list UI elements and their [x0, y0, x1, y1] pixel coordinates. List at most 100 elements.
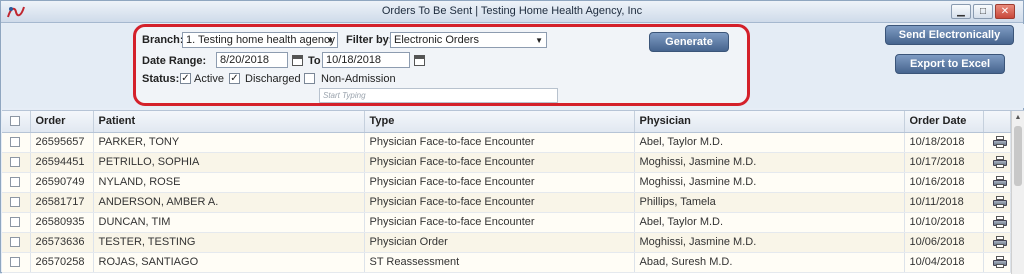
branch-label: Branch: [142, 34, 184, 46]
send-electronically-button[interactable]: Send Electronically [885, 25, 1014, 45]
row-checkbox[interactable] [10, 137, 20, 147]
cell-order: 26580935 [30, 212, 94, 233]
filterby-label: Filter by: [346, 34, 393, 46]
cell-type: Physician Face-to-face Encounter [364, 132, 635, 153]
print-cell[interactable] [983, 132, 1011, 153]
branch-select[interactable]: 1. Testing home health agency ▼ [182, 32, 338, 48]
row-checkbox[interactable] [10, 237, 20, 247]
printer-icon[interactable] [992, 196, 1007, 208]
export-excel-button[interactable]: Export to Excel [895, 54, 1005, 74]
to-label: To [308, 55, 321, 67]
chevron-down-icon: ▼ [535, 36, 543, 45]
date-to-input[interactable]: 10/18/2018 [322, 52, 410, 68]
cell-date: 10/06/2018 [904, 232, 984, 253]
cell-date: 10/11/2018 [904, 192, 984, 213]
row-select-cell[interactable] [2, 172, 31, 193]
select-all-header[interactable] [2, 111, 31, 133]
cell-date: 10/18/2018 [904, 132, 984, 153]
orders-window: Orders To Be Sent | Testing Home Health … [0, 0, 1024, 274]
printer-icon[interactable] [992, 176, 1007, 188]
window-title: Orders To Be Sent | Testing Home Health … [381, 5, 643, 17]
row-select-cell[interactable] [2, 132, 31, 153]
cell-physician: Abad, Suresh M.D. [634, 252, 905, 273]
cell-type: Physician Face-to-face Encounter [364, 212, 635, 233]
table-row[interactable]: 26595657 PARKER, TONY Physician Face-to-fa… [2, 132, 1011, 153]
scroll-thumb[interactable] [1014, 126, 1022, 186]
maximize-icon[interactable]: □ [973, 4, 993, 19]
status-discharged-label: Discharged [245, 73, 301, 85]
search-input[interactable]: Start Typing [319, 88, 558, 103]
column-header[interactable]: Order Date [904, 111, 984, 133]
cell-type: Physician Order [364, 232, 635, 253]
filter-toolbar: Branch: 1. Testing home health agency ▼ … [2, 24, 1024, 108]
calendar-icon[interactable] [292, 55, 303, 66]
table-header-row: Order Patient Type Physician Order Date [2, 111, 1011, 133]
table-row[interactable]: 26580935 DUNCAN, TIM Physician Face-to-fac… [2, 212, 1011, 233]
cell-order: 26581717 [30, 192, 94, 213]
cell-order: 26570258 [30, 252, 94, 273]
table-row[interactable]: 26573636 TESTER, TESTING Physician Order Mo… [2, 232, 1011, 253]
scrollbar[interactable]: ▲ [1011, 111, 1024, 274]
print-cell[interactable] [983, 192, 1011, 213]
cell-type: Physician Face-to-face Encounter [364, 172, 635, 193]
generate-button[interactable]: Generate [649, 32, 729, 52]
table-row[interactable]: 26581717 ANDERSON, AMBER A. Physician Face… [2, 192, 1011, 213]
table-row[interactable]: 26590749 NYLAND, ROSE Physician Face-to-fa… [2, 172, 1011, 193]
cell-patient: TESTER, TESTING [93, 232, 365, 253]
cell-patient: ANDERSON, AMBER A. [93, 192, 365, 213]
cell-physician: Abel, Taylor M.D. [634, 212, 905, 233]
printer-icon[interactable] [992, 216, 1007, 228]
cell-order: 26590749 [30, 172, 94, 193]
printer-icon[interactable] [992, 136, 1007, 148]
calendar-icon[interactable] [414, 55, 425, 66]
cell-type: Physician Face-to-face Encounter [364, 192, 635, 213]
column-header[interactable]: Order [30, 111, 94, 133]
cell-patient: DUNCAN, TIM [93, 212, 365, 233]
table-row[interactable]: 26570258 ROJAS, SANTIAGO ST Reassessment Ab… [2, 252, 1011, 273]
daterange-label: Date Range: [142, 55, 207, 67]
row-select-cell[interactable] [2, 252, 31, 273]
status-active-checkbox[interactable]: ✓ [180, 73, 191, 84]
title-bar[interactable]: Orders To Be Sent | Testing Home Health … [1, 1, 1023, 23]
filterby-select-value: Electronic Orders [394, 34, 479, 46]
row-select-cell[interactable] [2, 192, 31, 213]
cell-order: 26594451 [30, 152, 94, 173]
row-select-cell[interactable] [2, 212, 31, 233]
orders-grid: Order Patient Type Physician Order Date … [2, 110, 1024, 274]
scroll-up-icon[interactable]: ▲ [1012, 111, 1024, 124]
print-cell[interactable] [983, 172, 1011, 193]
status-nonadmission-checkbox[interactable] [304, 73, 315, 84]
cell-date: 10/10/2018 [904, 212, 984, 233]
row-checkbox[interactable] [10, 257, 20, 267]
printer-icon[interactable] [992, 156, 1007, 168]
close-icon[interactable]: ✕ [995, 4, 1015, 19]
print-cell[interactable] [983, 252, 1011, 273]
column-header[interactable]: Patient [93, 111, 365, 133]
cell-physician: Moghissi, Jasmine M.D. [634, 172, 905, 193]
print-column-header [983, 111, 1011, 133]
status-discharged-checkbox[interactable]: ✓ [229, 73, 240, 84]
status-nonadmission-label: Non-Admission [321, 73, 396, 85]
row-checkbox[interactable] [10, 217, 20, 227]
print-cell[interactable] [983, 152, 1011, 173]
row-select-cell[interactable] [2, 232, 31, 253]
printer-icon[interactable] [992, 236, 1007, 248]
column-header[interactable]: Physician [634, 111, 905, 133]
print-cell[interactable] [983, 212, 1011, 233]
row-checkbox[interactable] [10, 177, 20, 187]
cell-date: 10/04/2018 [904, 252, 984, 273]
table-row[interactable]: 26594451 PETRILLO, SOPHIA Physician Face-t… [2, 152, 1011, 173]
cell-physician: Moghissi, Jasmine M.D. [634, 232, 905, 253]
printer-icon[interactable] [992, 256, 1007, 268]
row-checkbox[interactable] [10, 157, 20, 167]
row-select-cell[interactable] [2, 152, 31, 173]
row-checkbox[interactable] [10, 197, 20, 207]
minimize-icon[interactable]: ▁ [951, 4, 971, 19]
print-cell[interactable] [983, 232, 1011, 253]
status-label: Status: [142, 73, 180, 85]
filterby-select[interactable]: Electronic Orders ▼ [390, 32, 547, 48]
date-from-input[interactable]: 8/20/2018 [216, 52, 288, 68]
cell-patient: NYLAND, ROSE [93, 172, 365, 193]
column-header[interactable]: Type [364, 111, 635, 133]
select-all-checkbox[interactable] [10, 116, 20, 127]
